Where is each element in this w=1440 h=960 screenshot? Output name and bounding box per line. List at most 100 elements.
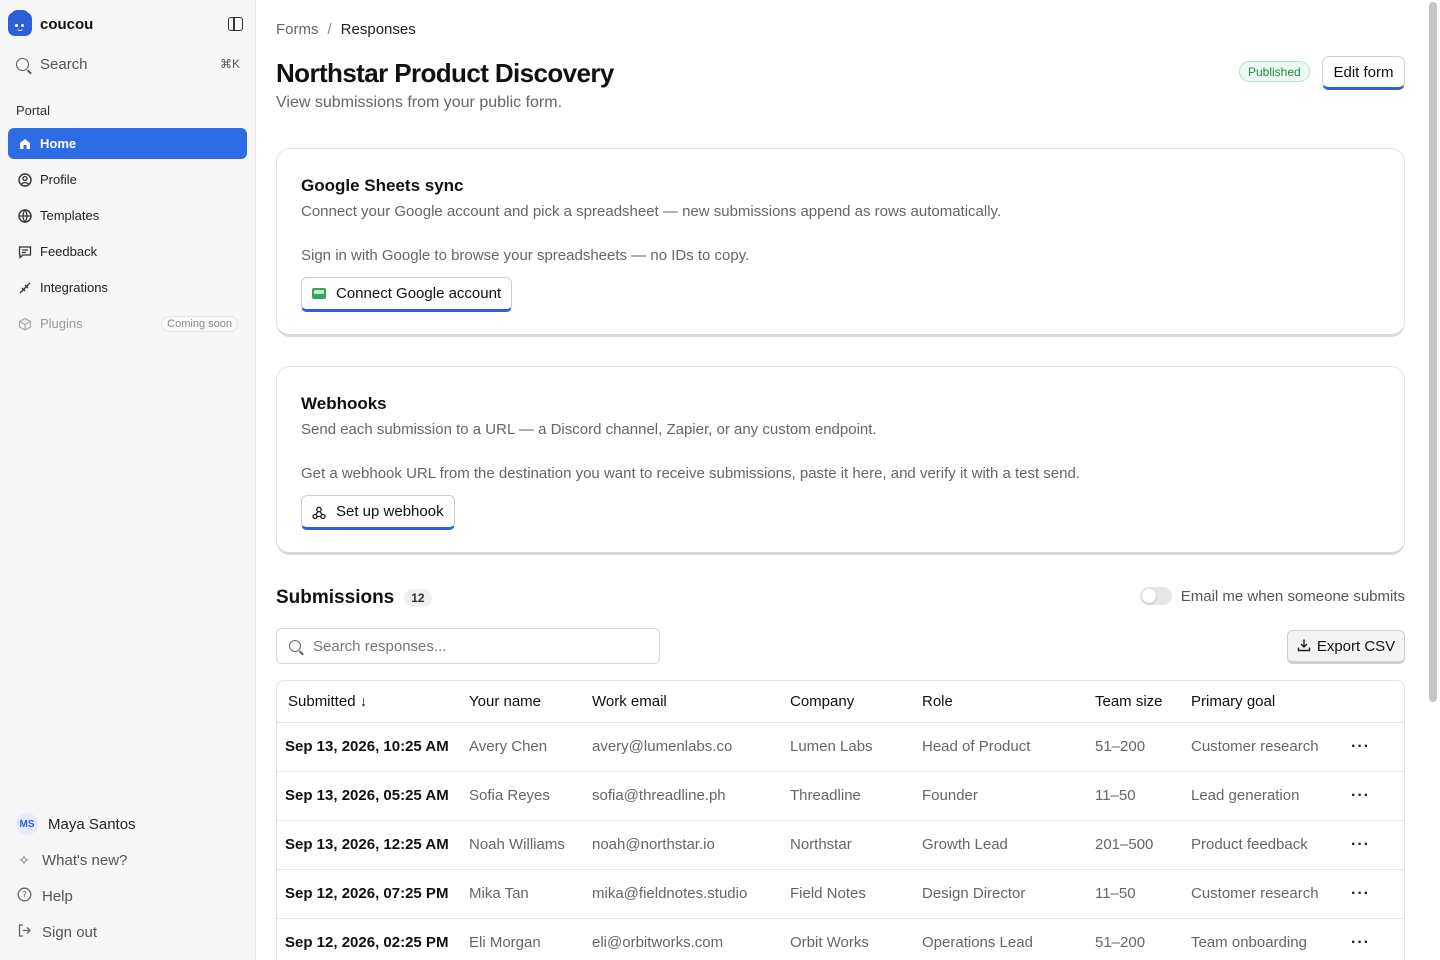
column-header-primary-goal[interactable]: Primary goal <box>1191 681 1351 723</box>
user-circle-icon <box>17 172 32 187</box>
page-title: Northstar Product Discovery <box>276 58 614 88</box>
cell-submitted: Sep 12, 2026, 07:25 PM <box>277 869 469 919</box>
cell-primary-goal: Customer research <box>1191 869 1351 919</box>
responses-search <box>276 628 660 664</box>
sidebar-item-label: Integrations <box>40 280 108 295</box>
table-row[interactable]: Sep 13, 2026, 12:25 AM Noah Williams noa… <box>277 820 1404 870</box>
webhooks-description: Send each submission to a URL — a Discor… <box>301 421 877 438</box>
coming-soon-badge: Coming soon <box>161 315 238 332</box>
table-header-row: Submitted ↓ Your name Work email Company… <box>277 681 1404 723</box>
breadcrumb: Forms / Responses <box>276 21 416 38</box>
row-actions[interactable]: ··· <box>1351 869 1404 919</box>
google-sheets-note: Sign in with Google to browse your sprea… <box>301 247 750 264</box>
sidebar-footer: MS Maya Santos ✧ What's new? ? Help Sign… <box>8 806 247 950</box>
search-label: Search <box>40 55 88 73</box>
status-badge: Published <box>1239 61 1310 82</box>
sidebar-item-integrations[interactable]: Integrations <box>8 272 247 303</box>
export-csv-button[interactable]: Export CSV <box>1287 630 1405 664</box>
home-icon <box>17 136 32 151</box>
cell-email: avery@lumenlabs.co <box>592 722 790 772</box>
brand: coucou <box>8 10 243 38</box>
breadcrumb-forms[interactable]: Forms <box>276 21 319 38</box>
webhooks-title: Webhooks <box>301 394 387 413</box>
google-sheets-title: Google Sheets sync <box>301 176 464 195</box>
message-icon <box>17 244 32 259</box>
page-scrollbar[interactable] <box>1429 2 1437 702</box>
sidebar-item-profile[interactable]: Profile <box>8 164 247 195</box>
cell-submitted: Sep 12, 2026, 02:25 PM <box>277 918 469 960</box>
breadcrumb-separator: / <box>327 21 332 38</box>
cell-role: Design Director <box>922 869 1095 919</box>
google-sheets-icon <box>312 288 326 299</box>
column-header-company[interactable]: Company <box>790 681 922 723</box>
sidebar: coucou Search ⌘K Portal Home Profile Tem… <box>0 0 256 960</box>
column-header-name[interactable]: Your name <box>469 681 592 723</box>
cell-name: Sofia Reyes <box>469 771 592 821</box>
webhooks-note: Get a webhook URL from the destination y… <box>301 465 1081 482</box>
table-row[interactable]: Sep 13, 2026, 10:25 AM Avery Chen avery@… <box>277 722 1404 772</box>
cell-company: Lumen Labs <box>790 722 922 772</box>
setup-webhook-button[interactable]: Set up webhook <box>301 495 455 530</box>
sidebar-item-label: Profile <box>40 172 77 187</box>
google-sheets-description: Connect your Google account and pick a s… <box>301 203 1002 220</box>
sparkle-icon: ✧ <box>18 851 30 868</box>
sign-out-link[interactable]: Sign out <box>8 914 247 950</box>
cell-company: Northstar <box>790 820 922 870</box>
cell-primary-goal: Product feedback <box>1191 820 1351 870</box>
column-header-team-size[interactable]: Team size <box>1095 681 1191 723</box>
edit-form-button[interactable]: Edit form <box>1322 56 1405 90</box>
cell-role: Founder <box>922 771 1095 821</box>
cell-name: Avery Chen <box>469 722 592 772</box>
sidebar-item-home[interactable]: Home <box>8 128 247 159</box>
row-actions[interactable]: ··· <box>1351 722 1404 772</box>
more-horizontal-icon[interactable]: ··· <box>1351 934 1370 951</box>
cell-submitted: Sep 13, 2026, 05:25 AM <box>277 771 469 821</box>
table-row[interactable]: Sep 13, 2026, 05:25 AM Sofia Reyes sofia… <box>277 771 1404 821</box>
avatar: MS <box>16 813 38 835</box>
cell-primary-goal: Team onboarding <box>1191 918 1351 960</box>
sort-arrow-down-icon: ↓ <box>359 692 368 710</box>
sidebar-item-plugins: Plugins Coming soon <box>8 308 247 339</box>
sidebar-toggle-icon[interactable] <box>228 17 243 31</box>
more-horizontal-icon[interactable]: ··· <box>1351 787 1370 804</box>
table-row[interactable]: Sep 12, 2026, 07:25 PM Mika Tan mika@fie… <box>277 869 1404 919</box>
table-row[interactable]: Sep 12, 2026, 02:25 PM Eli Morgan eli@or… <box>277 918 1404 960</box>
more-horizontal-icon[interactable]: ··· <box>1351 836 1370 853</box>
cell-team-size: 51–200 <box>1095 918 1191 960</box>
sidebar-item-feedback[interactable]: Feedback <box>8 236 247 267</box>
email-notify-toggle[interactable] <box>1139 587 1172 605</box>
webhooks-card: Webhooks Send each submission to a URL —… <box>276 366 1405 555</box>
cell-company: Orbit Works <box>790 918 922 960</box>
user-name: Maya Santos <box>48 815 136 833</box>
whats-new-link[interactable]: ✧ What's new? <box>8 842 247 878</box>
cube-icon <box>17 316 32 331</box>
sidebar-item-templates[interactable]: Templates <box>8 200 247 231</box>
cell-team-size: 51–200 <box>1095 722 1191 772</box>
user-menu[interactable]: MS Maya Santos <box>8 806 247 842</box>
globe-icon <box>17 208 32 223</box>
submissions-table: Submitted ↓ Your name Work email Company… <box>276 680 1405 960</box>
row-actions[interactable]: ··· <box>1351 820 1404 870</box>
more-horizontal-icon[interactable]: ··· <box>1351 885 1370 902</box>
row-actions[interactable]: ··· <box>1351 918 1404 960</box>
sidebar-search[interactable]: Search ⌘K <box>8 50 240 78</box>
cell-primary-goal: Lead generation <box>1191 771 1351 821</box>
connect-google-label: Connect Google account <box>336 285 502 302</box>
connect-google-button[interactable]: Connect Google account <box>301 277 513 312</box>
help-label: Help <box>42 887 73 905</box>
help-link[interactable]: ? Help <box>8 878 247 914</box>
column-header-submitted[interactable]: Submitted ↓ <box>277 681 469 723</box>
submissions-title: Submissions <box>276 587 395 608</box>
column-header-actions <box>1351 681 1404 723</box>
responses-search-input[interactable] <box>313 637 633 655</box>
cell-company: Threadline <box>790 771 922 821</box>
cell-name: Noah Williams <box>469 820 592 870</box>
coucou-logo-icon[interactable] <box>8 10 32 36</box>
main-content: Forms / Responses Northstar Product Disc… <box>276 0 1405 960</box>
row-actions[interactable]: ··· <box>1351 771 1404 821</box>
more-horizontal-icon[interactable]: ··· <box>1351 738 1370 755</box>
column-header-role[interactable]: Role <box>922 681 1095 723</box>
cell-email: noah@northstar.io <box>592 820 790 870</box>
help-circle-icon: ? <box>16 887 32 905</box>
column-header-email[interactable]: Work email <box>592 681 790 723</box>
